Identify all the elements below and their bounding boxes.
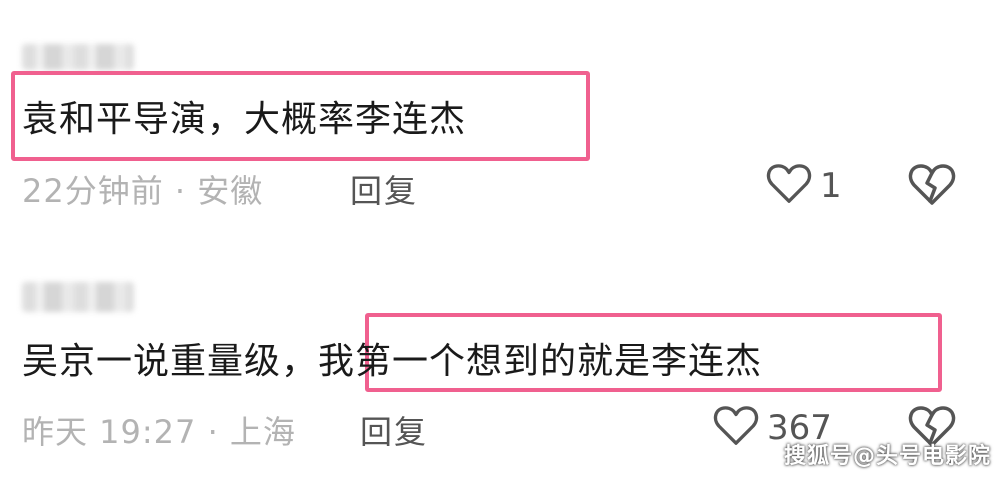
username-blurred[interactable]: [22, 44, 134, 70]
comment-meta: 22分钟前 · 安徽: [22, 166, 263, 212]
meta-separator: ·: [163, 172, 198, 210]
comment-meta: 昨天 19:27 · 上海: [22, 407, 296, 453]
comment-text-highlighted: 我第一个想到的就是李连杰: [318, 341, 763, 382]
comment-content: 吴京一说重量级，我第一个想到的就是李连杰: [22, 340, 762, 384]
reply-button[interactable]: 回复: [360, 407, 428, 453]
broken-heart-icon: [908, 164, 956, 211]
comment-location: 安徽: [197, 172, 264, 210]
comment-location: 上海: [229, 413, 296, 451]
comment-text: 吴京一说重量级，: [22, 341, 319, 382]
comment-item: 袁和平导演，大概率李连杰 22分钟前 · 安徽 回复 1: [0, 0, 1007, 230]
dislike-button[interactable]: [908, 163, 956, 211]
comment-time: 昨天 19:27: [22, 413, 197, 451]
comment-content: 袁和平导演，大概率李连杰: [22, 98, 466, 142]
comment-text-highlighted: 袁和平导演，大概率李连杰: [22, 99, 467, 140]
meta-separator: ·: [196, 413, 230, 451]
like-button[interactable]: 1: [766, 163, 842, 209]
heart-outline-icon: [713, 405, 759, 451]
heart-outline-icon: [766, 163, 812, 209]
username-blurred[interactable]: [22, 282, 134, 312]
watermark: 搜狐号@头号电影院: [783, 444, 991, 469]
like-count: 1: [820, 166, 842, 206]
reply-button[interactable]: 回复: [350, 166, 418, 212]
comment-time: 22分钟前: [22, 172, 164, 210]
